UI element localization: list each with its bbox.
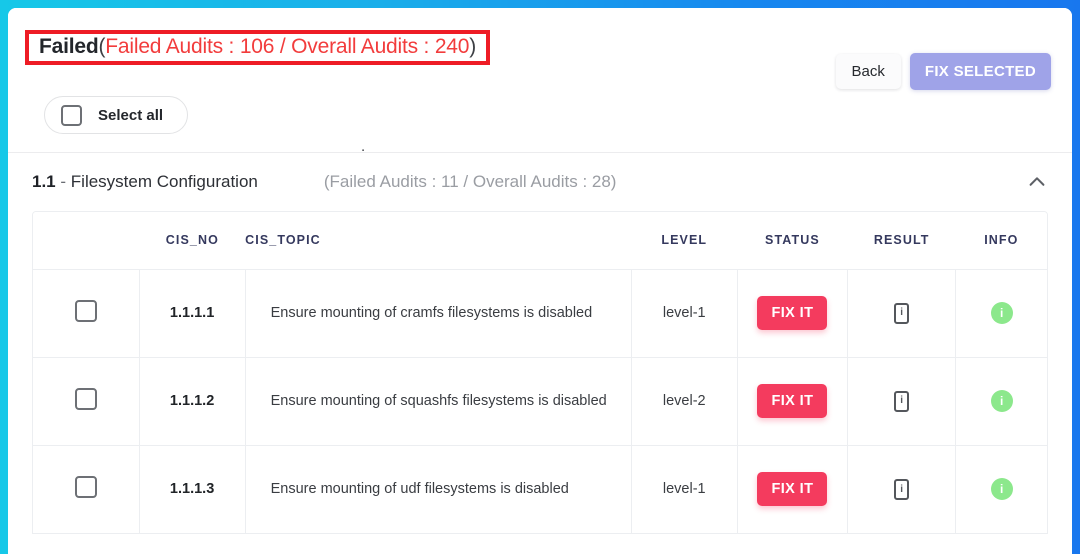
fix-it-button[interactable]: FIX IT bbox=[757, 472, 828, 507]
column-header-cis-no: CIS_NO bbox=[139, 212, 246, 270]
fix-selected-button[interactable]: FIX SELECTED bbox=[909, 53, 1051, 90]
select-all-button[interactable]: Select all bbox=[44, 96, 189, 134]
table-row: 1.1.1.2 Ensure mounting of squashfs file… bbox=[33, 356, 1047, 445]
row-status-cell: FIX IT bbox=[737, 444, 849, 533]
audit-counts: (Failed Audits : 106 / Overall Audits : … bbox=[98, 35, 476, 58]
page-header: Failed(Failed Audits : 106 / Overall Aud… bbox=[8, 8, 1072, 155]
row-checkbox[interactable] bbox=[74, 387, 97, 410]
fix-it-button[interactable]: FIX IT bbox=[757, 384, 828, 418]
select-all-label: Select all bbox=[98, 106, 164, 124]
row-select-cell bbox=[33, 444, 140, 533]
column-header-status: STATUS bbox=[737, 212, 848, 270]
info-glyph: i bbox=[999, 306, 1004, 320]
row-select-cell bbox=[33, 356, 140, 445]
section-header-filesystem-configuration[interactable]: 1.1 - Filesystem Configuration (Failed A… bbox=[8, 153, 1072, 211]
row-info-cell: i bbox=[955, 268, 1047, 357]
cis-topic-value: Ensure mounting of udf filesystems is di… bbox=[270, 481, 569, 498]
section-title: 1.1 - Filesystem Configuration bbox=[32, 172, 258, 192]
table-body: 1.1.1.1 Ensure mounting of cramfs filesy… bbox=[33, 268, 1047, 533]
fix-it-button[interactable]: FIX IT bbox=[757, 296, 828, 330]
row-checkbox[interactable] bbox=[74, 299, 97, 322]
cis-no-value: 1.1.1.2 bbox=[169, 393, 215, 409]
result-info-icon[interactable]: i bbox=[894, 479, 910, 500]
info-icon[interactable]: i bbox=[990, 302, 1013, 324]
section-name: Filesystem Configuration bbox=[70, 172, 258, 191]
result-glyph: i bbox=[900, 395, 904, 407]
row-info-cell: i bbox=[955, 444, 1047, 533]
cis-no-value: 1.1.1.3 bbox=[169, 481, 215, 498]
column-header-result: RESULT bbox=[847, 212, 956, 270]
row-result-cell: i bbox=[847, 268, 957, 357]
column-header-select bbox=[33, 212, 140, 270]
failed-summary-annotation: Failed(Failed Audits : 106 / Overall Aud… bbox=[25, 30, 491, 65]
row-select-cell bbox=[33, 268, 140, 357]
info-icon[interactable]: i bbox=[990, 478, 1013, 501]
result-glyph: i bbox=[900, 307, 904, 319]
row-info-cell: i bbox=[955, 356, 1047, 445]
row-result-cell: i bbox=[847, 444, 957, 533]
cis-topic-value: Ensure mounting of cramfs filesystems is… bbox=[270, 305, 593, 321]
column-header-info: INFO bbox=[955, 212, 1047, 270]
counts-text: Failed Audits : 106 / Overall Audits : 2… bbox=[105, 35, 470, 58]
column-header-level: LEVEL bbox=[631, 212, 738, 270]
cis-topic-value: Ensure mounting of squashfs filesystems … bbox=[270, 393, 607, 409]
level-value: level-1 bbox=[662, 305, 706, 321]
row-cis-no-cell: 1.1.1.3 bbox=[139, 444, 246, 533]
row-cis-no-cell: 1.1.1.2 bbox=[139, 356, 246, 445]
info-glyph: i bbox=[999, 394, 1004, 408]
row-level-cell: level-1 bbox=[631, 444, 738, 533]
select-all-checkbox[interactable] bbox=[61, 104, 82, 126]
result-glyph: i bbox=[900, 483, 904, 495]
row-cis-no-cell: 1.1.1.1 bbox=[139, 268, 246, 357]
row-status-cell: FIX IT bbox=[737, 356, 849, 445]
row-cis-topic-cell: Ensure mounting of squashfs filesystems … bbox=[245, 356, 632, 445]
info-glyph: i bbox=[999, 482, 1004, 497]
back-button[interactable]: Back bbox=[835, 54, 901, 89]
row-result-cell: i bbox=[847, 356, 957, 445]
row-cis-topic-cell: Ensure mounting of udf filesystems is di… bbox=[245, 444, 632, 533]
table-head: CIS_NO CIS_TOPIC LEVEL STATUS RESULT INF… bbox=[33, 212, 1047, 270]
chevron-up-icon[interactable] bbox=[1026, 171, 1048, 193]
counts-paren-close: ) bbox=[469, 35, 477, 58]
row-cis-topic-cell: Ensure mounting of cramfs filesystems is… bbox=[245, 268, 632, 357]
section-number: 1.1 bbox=[32, 172, 56, 191]
level-value: level-2 bbox=[662, 393, 706, 409]
section-counts: (Failed Audits : 11 / Overall Audits : 2… bbox=[323, 172, 617, 191]
info-icon[interactable]: i bbox=[990, 390, 1013, 412]
page-surface: Failed(Failed Audits : 106 / Overall Aud… bbox=[8, 8, 1072, 554]
level-value: level-1 bbox=[662, 481, 706, 498]
audit-table-container: CIS_NO CIS_TOPIC LEVEL STATUS RESULT INF… bbox=[32, 211, 1048, 534]
table-header-row: CIS_NO CIS_TOPIC LEVEL STATUS RESULT INF… bbox=[33, 212, 1047, 270]
column-header-cis-topic: CIS_TOPIC bbox=[245, 212, 632, 270]
row-status-cell: FIX IT bbox=[737, 268, 849, 357]
header-actions: Back FIX SELECTED bbox=[835, 53, 1051, 90]
audit-table: CIS_NO CIS_TOPIC LEVEL STATUS RESULT INF… bbox=[33, 212, 1047, 533]
result-info-icon[interactable]: i bbox=[894, 390, 910, 412]
application-window: Failed(Failed Audits : 106 / Overall Aud… bbox=[0, 0, 1080, 554]
row-level-cell: level-2 bbox=[631, 356, 738, 445]
result-info-icon[interactable]: i bbox=[894, 302, 910, 324]
table-row: 1.1.1.1 Ensure mounting of cramfs filesy… bbox=[33, 268, 1047, 357]
table-row: 1.1.1.3 Ensure mounting of udf filesyste… bbox=[33, 444, 1047, 533]
cis-no-value: 1.1.1.1 bbox=[169, 305, 215, 321]
row-level-cell: level-1 bbox=[631, 268, 738, 357]
truncated-text-marker: . bbox=[361, 138, 366, 155]
page-title: Failed bbox=[39, 35, 99, 58]
row-checkbox[interactable] bbox=[74, 475, 97, 498]
